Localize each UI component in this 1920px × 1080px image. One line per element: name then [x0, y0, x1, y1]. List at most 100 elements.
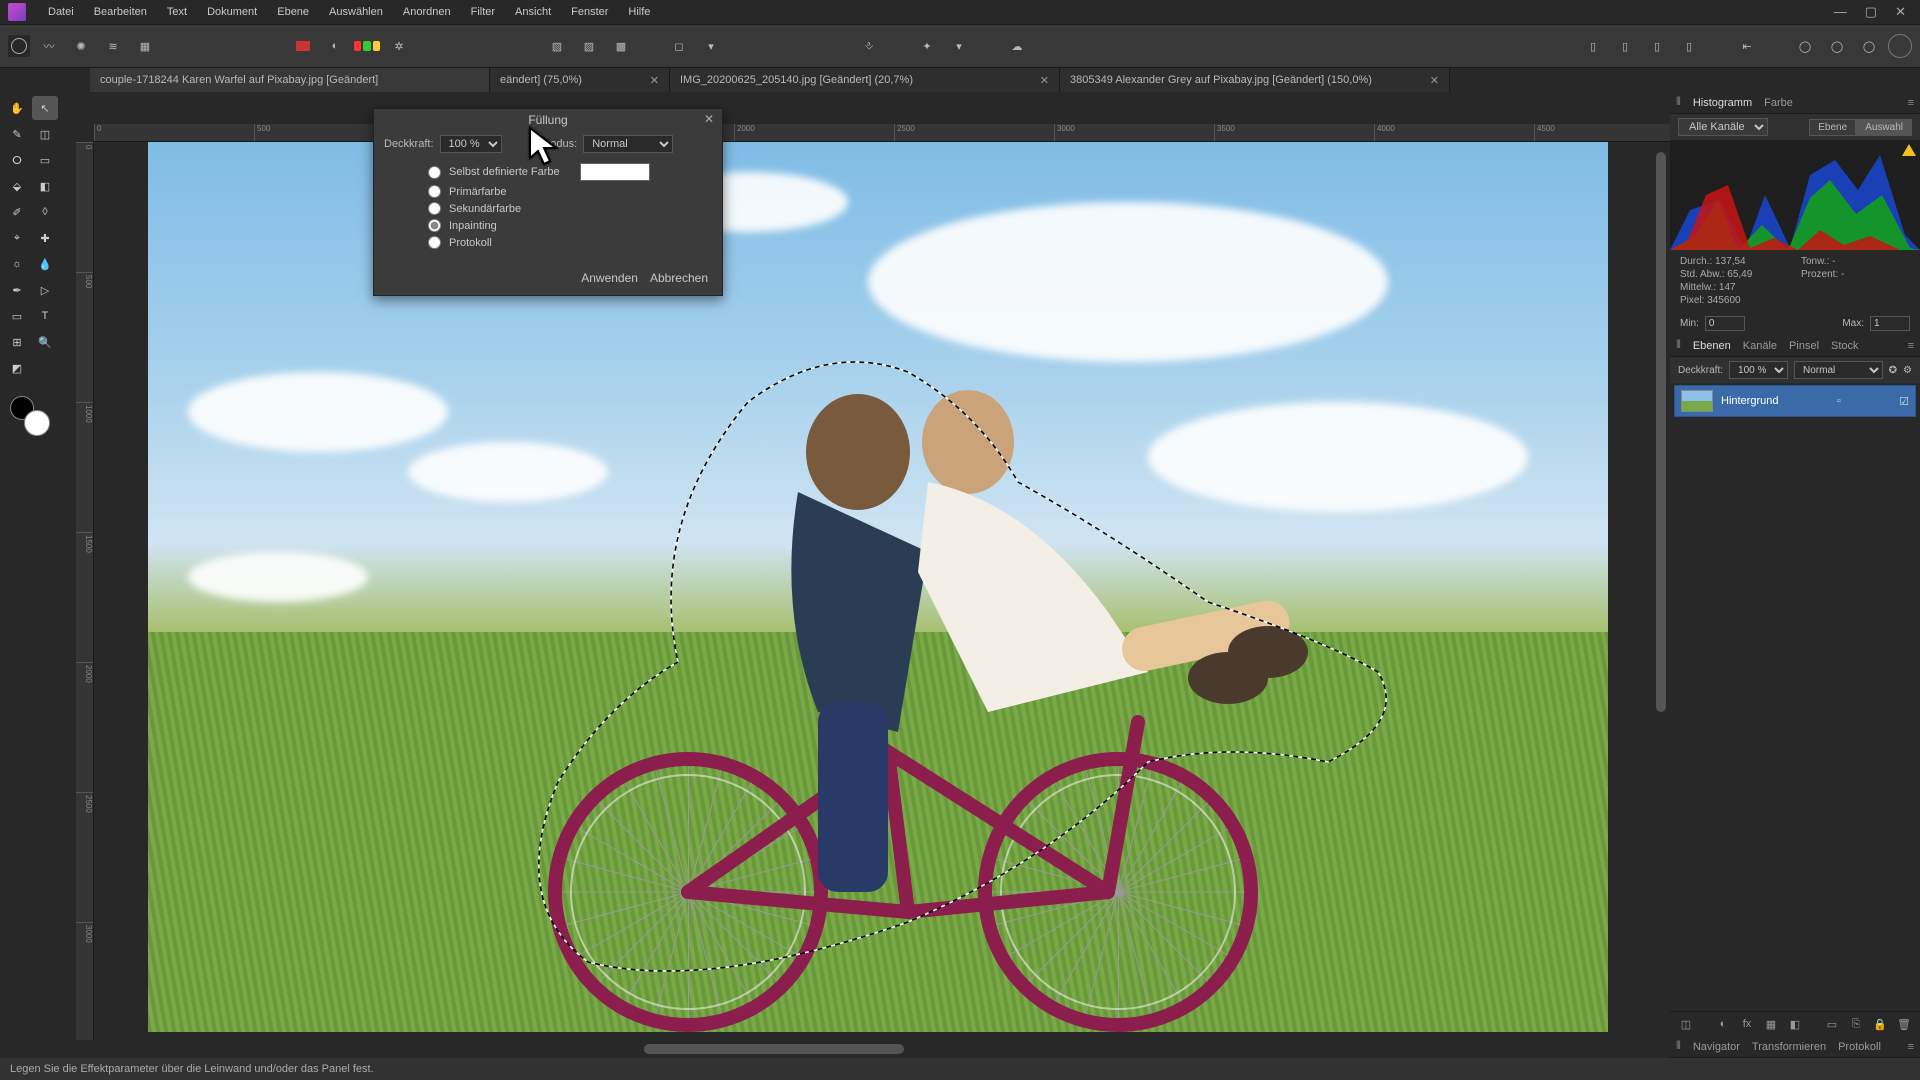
tab-protokoll[interactable]: Protokoll [1838, 1041, 1881, 1053]
menu-ansicht[interactable]: Ansicht [505, 0, 561, 24]
menu-dokument[interactable]: Dokument [197, 0, 267, 24]
autocolors-icon[interactable] [354, 33, 380, 59]
arrange-4-icon[interactable]: ▯ [1676, 33, 1702, 59]
tab-pinsel[interactable]: Pinsel [1789, 340, 1819, 352]
layer-gear-icon[interactable]: ⚙ [1903, 365, 1912, 376]
layer-lock-icon[interactable]: ▫ [1837, 395, 1841, 407]
custom-color-swatch[interactable] [580, 163, 650, 181]
menu-fenster[interactable]: Fenster [561, 0, 618, 24]
persona-photo-icon[interactable] [8, 35, 30, 57]
doc-tab-3[interactable]: IMG_20200625_205140.jpg [Geändert] (20,7… [670, 68, 1060, 92]
dialog-close-icon[interactable]: ✕ [704, 112, 714, 126]
heal-tool-icon[interactable]: ✚ [32, 226, 58, 250]
tab-stock[interactable]: Stock [1831, 340, 1859, 352]
fill-option-secondary[interactable]: Sekundärfarbe [428, 200, 712, 217]
fill-option-primary[interactable]: Primärfarbe [428, 183, 712, 200]
swatch-red-icon[interactable] [290, 33, 316, 59]
quickmask-dropdown-icon[interactable]: ▾ [698, 33, 724, 59]
maximize-icon[interactable]: ▢ [1865, 4, 1877, 20]
dialog-title-bar[interactable]: Füllung ✕ [374, 109, 722, 131]
assistant-dropdown-icon[interactable]: ▾ [946, 33, 972, 59]
menu-anordnen[interactable]: Anordnen [393, 0, 461, 24]
menu-ebene[interactable]: Ebene [267, 0, 319, 24]
tab-histogramm[interactable]: Histogramm [1693, 97, 1752, 109]
sync-3-icon[interactable]: ◯ [1856, 33, 1882, 59]
hand-tool-icon[interactable]: ✋ [4, 96, 30, 120]
delete-icon[interactable]: 🗑 [1896, 1016, 1912, 1032]
tab-close-icon[interactable]: ✕ [1030, 74, 1049, 87]
autotone-icon[interactable]: ✲ [386, 33, 412, 59]
panel-menu-icon[interactable]: ≡ [1908, 340, 1914, 352]
blendmode-select[interactable]: Normal [583, 135, 673, 153]
canvas[interactable] [148, 142, 1608, 1032]
crop-layer-icon[interactable]: ◧ [1787, 1016, 1803, 1032]
gradient-tool-icon[interactable]: ◧ [32, 174, 58, 198]
tab-close-icon[interactable]: ✕ [1420, 74, 1439, 87]
menu-datei[interactable]: Datei [38, 0, 84, 24]
arrange-2-icon[interactable]: ▯ [1612, 33, 1638, 59]
doc-tab-2[interactable]: eändert] (75,0%)✕ [490, 68, 670, 92]
colorpicker-tool-icon[interactable]: ✎ [4, 122, 30, 146]
blur-tool-icon[interactable]: 💧 [32, 252, 58, 276]
autolevels-icon[interactable]: ◐ [322, 33, 348, 59]
layer-opacity-select[interactable]: 100 % [1729, 361, 1788, 379]
arrange-3-icon[interactable]: ▯ [1644, 33, 1670, 59]
doc-tab-1[interactable]: couple-1718244 Karen Warfel auf Pixabay.… [90, 68, 490, 92]
seg-auswahl[interactable]: Auswahl [1856, 119, 1912, 136]
tab-transform[interactable]: Transformieren [1752, 1041, 1826, 1053]
crop-tool-icon[interactable]: ◫ [32, 122, 58, 146]
dodge-tool-icon[interactable]: ☼ [4, 252, 30, 276]
arrange-1-icon[interactable]: ▯ [1580, 33, 1606, 59]
move-tool-icon[interactable]: ↖ [32, 96, 58, 120]
stock-icon[interactable]: ☁ [1004, 33, 1030, 59]
cancel-button[interactable]: Abbrechen [650, 271, 708, 285]
mesh-tool-icon[interactable]: ⊞ [4, 330, 30, 354]
quickmask-icon[interactable]: ◻ [666, 33, 692, 59]
tab-kanaele[interactable]: Kanäle [1743, 340, 1777, 352]
menu-hilfe[interactable]: Hilfe [618, 0, 660, 24]
panel-menu-icon[interactable]: ≡ [1908, 97, 1914, 109]
selection-brush-icon[interactable]: ⵔ [4, 148, 30, 172]
zoom-tool-icon[interactable]: 🔍 [32, 330, 58, 354]
persona-develop-icon[interactable]: ✺ [68, 33, 94, 59]
group-icon[interactable]: ▭ [1824, 1016, 1840, 1032]
seg-ebene[interactable]: Ebene [1809, 119, 1856, 136]
scrollbar-horizontal[interactable] [644, 1044, 904, 1054]
panel-menu-icon[interactable]: ≡ [1908, 1041, 1914, 1053]
brush-tool-icon[interactable]: ✐ [4, 200, 30, 224]
lock-icon[interactable]: 🔒 [1872, 1016, 1888, 1032]
flood-tool-icon[interactable]: ⬙ [4, 174, 30, 198]
account-icon[interactable] [1888, 34, 1912, 58]
menu-auswaehlen[interactable]: Auswählen [319, 0, 393, 24]
sync-1-icon[interactable]: ◯ [1792, 33, 1818, 59]
text-tool-icon[interactable]: T [32, 304, 58, 328]
layer-row[interactable]: Hintergrund ▫ ☑ [1674, 385, 1916, 417]
opacity-select[interactable]: 100 % [440, 135, 502, 153]
minimize-icon[interactable]: — [1834, 4, 1847, 20]
shape-tool-icon[interactable]: ▭ [4, 304, 30, 328]
link-icon[interactable]: ⎘ [1848, 1016, 1864, 1032]
mask-icon[interactable]: ◫ [1678, 1016, 1694, 1032]
persona-export-icon[interactable]: ▦ [132, 33, 158, 59]
crop-icon[interactable]: ⎀ [856, 33, 882, 59]
assistant-icon[interactable]: ✦ [914, 33, 940, 59]
node-tool-icon[interactable]: ▷ [32, 278, 58, 302]
layer-fx-icon[interactable]: ✪ [1889, 365, 1897, 376]
fill-option-protocol[interactable]: Protokoll [428, 234, 712, 251]
persona-liquify-icon[interactable]: 〰 [36, 33, 62, 59]
fx-icon[interactable]: fx [1739, 1016, 1755, 1032]
apply-button[interactable]: Anwenden [581, 271, 638, 285]
live-icon[interactable]: ▦ [1763, 1016, 1779, 1032]
front-color-swatch[interactable] [24, 410, 50, 436]
menu-text[interactable]: Text [157, 0, 197, 24]
select-all-icon[interactable]: ▧ [544, 33, 570, 59]
color-swatches[interactable] [10, 396, 50, 436]
tab-farbe[interactable]: Farbe [1764, 97, 1793, 109]
clone-tool-icon[interactable]: ⌖ [4, 226, 30, 250]
tab-close-icon[interactable]: ✕ [640, 74, 659, 87]
channels-select[interactable]: Alle Kanäle [1678, 118, 1768, 136]
scrollbar-vertical[interactable] [1656, 152, 1666, 712]
close-icon[interactable]: ✕ [1895, 4, 1906, 20]
layer-blend-select[interactable]: Normal [1794, 361, 1883, 379]
layer-visible-icon[interactable]: ☑ [1899, 395, 1909, 408]
